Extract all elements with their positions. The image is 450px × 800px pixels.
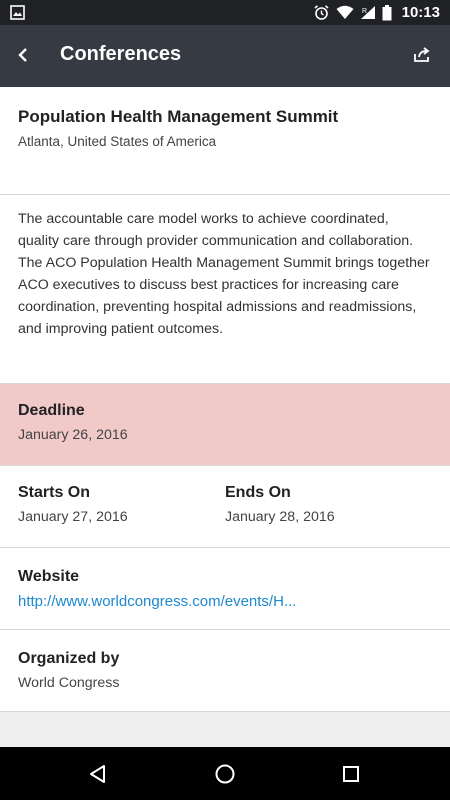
svg-text:R: R [362,8,367,15]
deadline-value: January 26, 2016 [18,427,128,443]
starts-on-value: January 27, 2016 [18,509,128,525]
status-icons: R 10:13 [313,0,440,25]
back-button[interactable] [8,40,38,70]
deadline-label: Deadline [18,402,85,419]
share-icon [414,46,430,62]
website-section: Website http://www.worldcongress.com/eve… [0,548,450,630]
battery-icon [382,4,392,20]
description-section: The accountable care model works to achi… [0,195,450,384]
wifi-icon [336,5,354,19]
starts-on: Starts On January 27, 2016 [18,484,225,547]
app-bar: Conferences [0,25,450,87]
conference-location: Atlanta, United States of America [18,134,217,149]
ends-on-value: January 28, 2016 [225,509,335,525]
signal-icon: R [360,6,375,19]
nav-back-icon [90,765,105,783]
page-title: Conferences [60,43,182,65]
status-bar: R 10:13 [0,0,450,25]
organizer-label: Organized by [18,650,120,667]
deadline-section: Deadline January 26, 2016 [0,384,450,466]
image-icon [10,5,25,20]
conference-detail[interactable]: Population Health Management Summit Atla… [0,87,450,747]
navigation-bar [0,747,450,800]
dates-section: Starts On January 27, 2016 Ends On Janua… [0,466,450,548]
conference-title: Population Health Management Summit [18,107,339,126]
organizer-value: World Congress [18,675,120,691]
alarm-icon [314,5,329,20]
nav-recents-icon [343,766,359,782]
nav-back-button[interactable] [83,759,113,789]
organizer-section: Organized by World Congress [0,630,450,712]
status-time: 10:13 [401,4,440,21]
nav-recents-button[interactable] [336,759,366,789]
back-arrow-icon [18,48,27,62]
share-button[interactable] [410,42,434,66]
nav-home-icon [215,764,235,784]
nav-home-button[interactable] [210,759,240,789]
starts-on-label: Starts On [18,484,91,501]
website-link[interactable]: http://www.worldcongress.com/events/H... [18,593,432,610]
conference-description: The accountable care model works to achi… [18,211,430,337]
ends-on: Ends On January 28, 2016 [225,484,432,547]
conference-header: Population Health Management Summit Atla… [0,87,450,195]
website-label: Website [18,568,80,585]
ends-on-label: Ends On [225,484,291,501]
